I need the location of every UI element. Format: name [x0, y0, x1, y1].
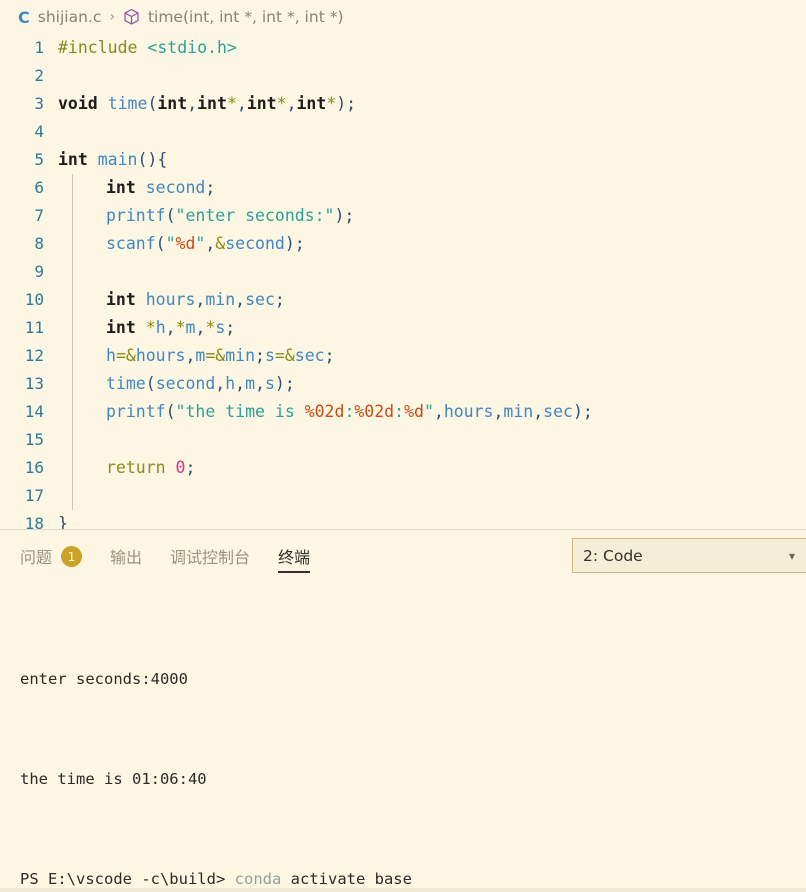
breadcrumb: C shijian.c › time(int, int *, int *, in…	[0, 0, 806, 34]
code-text: return 0;	[106, 458, 196, 477]
line-number: 17	[24, 486, 44, 505]
panel-tab-bar: 问题 1 输出 调试控制台 终端 2: Code ▾	[0, 530, 806, 582]
tab-problems[interactable]: 问题 1	[20, 530, 83, 582]
tab-terminal[interactable]: 终端	[278, 530, 311, 582]
line-number: 10	[24, 290, 44, 309]
code-text: h=&hours,m=&min;s=&sec;	[106, 346, 335, 365]
tab-terminal-label: 终端	[278, 548, 311, 567]
code-text: int second;	[106, 178, 216, 197]
code-line: 16 return 0;	[0, 454, 806, 482]
code-line: 1 #include <stdio.h>	[0, 34, 806, 62]
terminal-selector-dropdown[interactable]: 2: Code ▾	[572, 538, 806, 573]
code-line: 5 int main(){	[0, 146, 806, 174]
line-number: 14	[24, 402, 44, 421]
line-number: 16	[24, 458, 44, 477]
tab-debug-console-label: 调试控制台	[170, 548, 251, 567]
cube-symbol-icon	[123, 8, 140, 26]
code-line: 9	[0, 258, 806, 286]
tab-debug-console[interactable]: 调试控制台	[170, 530, 250, 582]
c-file-icon: C	[18, 7, 30, 27]
indent-guide	[72, 426, 73, 454]
code-line: 12 h=&hours,m=&min;s=&sec;	[0, 342, 806, 370]
code-line: 8 scanf("%d",&second);	[0, 230, 806, 258]
code-line: 10 int hours,min,sec;	[0, 286, 806, 314]
code-text: int main(){	[58, 150, 168, 169]
code-line: 2	[0, 62, 806, 90]
code-text: }	[58, 514, 68, 529]
terminal-line-text: enter seconds:4000	[20, 670, 188, 688]
code-line: 11 int *h,*m,*s;	[0, 314, 806, 342]
code-line: 4	[0, 118, 806, 146]
line-number: 1	[34, 38, 44, 57]
code-line: 18 }	[0, 510, 806, 529]
chevron-down-icon: ▾	[788, 548, 795, 563]
panel-bottom-edge	[0, 888, 806, 892]
bottom-panel: 问题 1 输出 调试控制台 终端 2: Code ▾ enter seconds…	[0, 530, 806, 892]
line-number: 6	[34, 178, 44, 197]
breadcrumb-separator: ›	[109, 9, 115, 25]
line-number: 2	[34, 66, 44, 85]
code-line: 3 void time(int,int*,int*,int*);	[0, 90, 806, 118]
terminal-command: conda	[234, 870, 291, 888]
terminal-line: PS E:\vscode -c\build> conda activate ba…	[20, 867, 806, 888]
tab-output-label: 输出	[110, 548, 143, 567]
terminal-line: the time is 01:06:40	[20, 767, 806, 792]
line-number: 4	[34, 122, 44, 141]
code-text: int *h,*m,*s;	[106, 318, 236, 337]
terminal-selector-value: 2: Code	[583, 546, 643, 565]
code-text: printf("the time is %02d:%02d:%d",hours,…	[106, 402, 593, 421]
line-number: 5	[34, 150, 44, 169]
terminal-prompt: PS E:\vscode -c\build>	[20, 870, 226, 888]
line-number: 11	[24, 318, 44, 337]
line-number: 12	[24, 346, 44, 365]
indent-guide	[72, 258, 73, 286]
line-number: 3	[34, 94, 44, 113]
line-number: 9	[34, 262, 44, 281]
breadcrumb-file-name[interactable]: shijian.c	[38, 8, 102, 26]
code-line: 17	[0, 482, 806, 510]
line-number: 7	[34, 206, 44, 225]
line-number: 13	[24, 374, 44, 393]
code-text: int hours,min,sec;	[106, 290, 285, 309]
line-number: 18	[24, 514, 44, 529]
code-line: 14 printf("the time is %02d:%02d:%d",hou…	[0, 398, 806, 426]
vscode-window: C shijian.c › time(int, int *, int *, in…	[0, 0, 806, 892]
code-line: 6 int second;	[0, 174, 806, 202]
breadcrumb-symbol-name[interactable]: time(int, int *, int *, int *)	[148, 8, 344, 26]
tab-output[interactable]: 输出	[110, 530, 142, 582]
code-line: 7 printf("enter seconds:");	[0, 202, 806, 230]
code-text: #include <stdio.h>	[58, 38, 237, 57]
line-number: 8	[34, 234, 44, 253]
code-text: void time(int,int*,int*,int*);	[58, 94, 357, 113]
terminal-line-text: the time is 01:06:40	[20, 770, 207, 788]
terminal-line: enter seconds:4000	[20, 667, 806, 692]
problems-count-badge: 1	[61, 545, 83, 567]
active-tab-underline	[278, 571, 311, 573]
code-line: 15	[0, 426, 806, 454]
code-text: time(second,h,m,s);	[106, 374, 295, 393]
code-text: printf("enter seconds:");	[106, 206, 355, 225]
terminal-output[interactable]: enter seconds:4000 the time is 01:06:40 …	[0, 582, 806, 888]
terminal-args: activate base	[290, 870, 412, 888]
code-text: scanf("%d",&second);	[106, 234, 305, 253]
tab-problems-label: 问题	[20, 548, 53, 567]
code-line: 13 time(second,h,m,s);	[0, 370, 806, 398]
indent-guide	[72, 482, 73, 510]
code-editor[interactable]: 1 #include <stdio.h> 2 3 void time(int,i…	[0, 34, 806, 529]
line-number: 15	[24, 430, 44, 449]
